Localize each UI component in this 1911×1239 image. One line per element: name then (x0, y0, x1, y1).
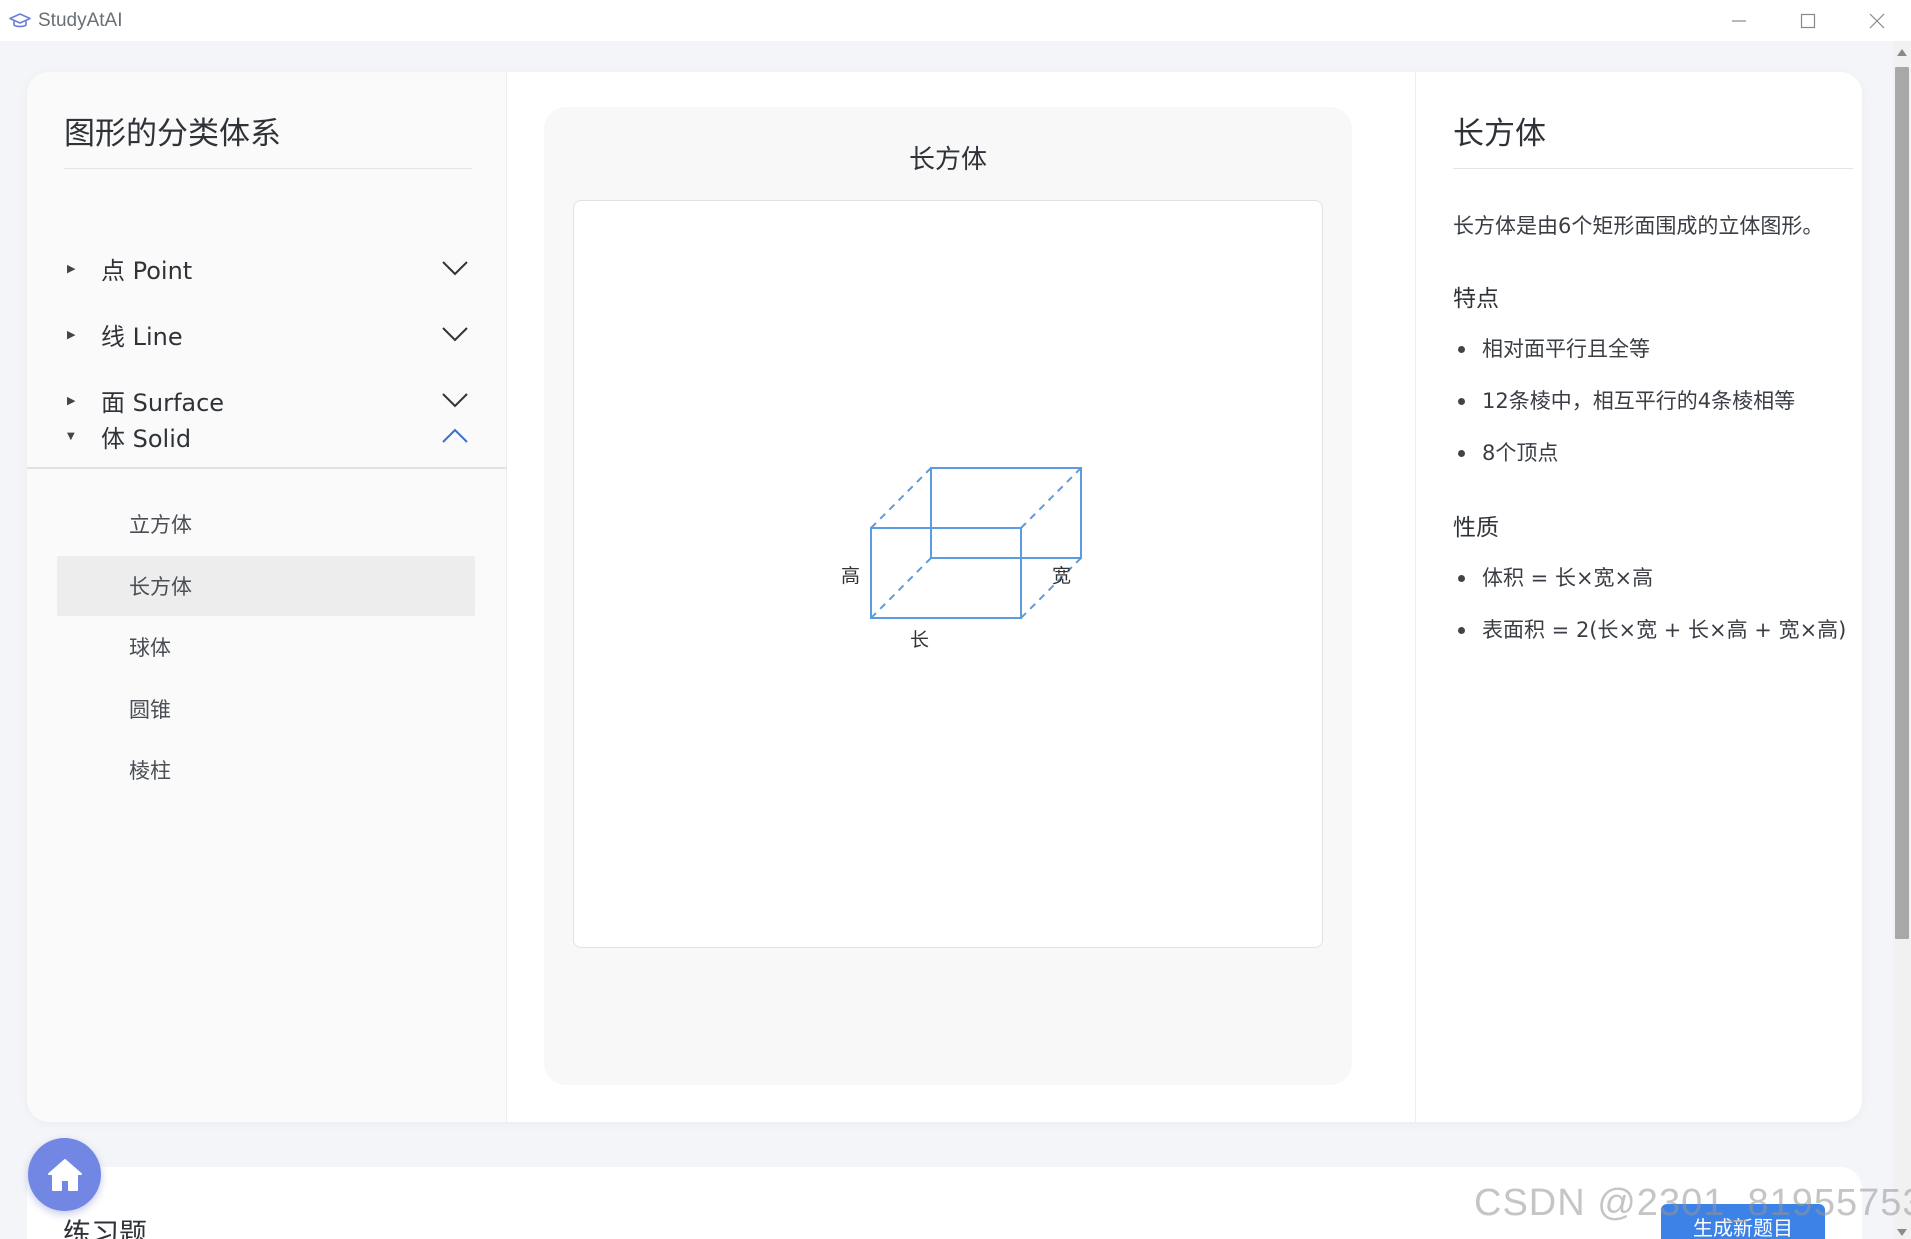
properties-heading: 性质 (1453, 515, 1499, 541)
length-label: 长 (910, 629, 929, 651)
solid-item-cuboid[interactable]: 长方体 (57, 556, 475, 616)
main-card: 图形的分类体系 ▶ 点 Point ▶ 线 Line ▶ 面 Surface ▼… (27, 72, 1862, 1122)
scroll-up-arrow-icon[interactable] (1897, 49, 1907, 56)
category-label: 体 Solid (101, 424, 192, 453)
chevron-down-icon (442, 327, 468, 342)
shape-canvas[interactable]: 高 宽 长 (573, 200, 1323, 948)
details-title: 长方体 (1453, 116, 1546, 152)
classification-sidebar: 图形的分类体系 ▶ 点 Point ▶ 线 Line ▶ 面 Surface ▼… (27, 72, 507, 1122)
chevron-down-icon (442, 261, 468, 276)
category-point[interactable]: ▶ 点 Point (27, 238, 507, 298)
divider (64, 168, 472, 169)
shape-viewer-panel: 长方体 高 宽 长 (508, 72, 1415, 1122)
window-title: StudyAtAI (38, 9, 123, 31)
height-label: 高 (841, 565, 860, 587)
viewer-title: 长方体 (908, 145, 987, 175)
cuboid-back-face (930, 467, 1082, 559)
solid-item-label: 立方体 (129, 513, 192, 537)
graduation-cap-icon (9, 9, 33, 33)
home-icon (47, 1158, 82, 1191)
cuboid-front-face (870, 527, 1022, 619)
minimize-icon (1731, 19, 1746, 22)
caret-right-icon: ▶ (67, 393, 76, 407)
category-label: 线 Line (101, 322, 183, 351)
cuboid-edge (870, 467, 932, 529)
category-line[interactable]: ▶ 线 Line (27, 304, 507, 364)
practice-title: 练习题 (63, 1217, 148, 1239)
watermark: CSDN @2301_81955753 (1474, 1182, 1911, 1224)
solid-item-label: 圆锥 (129, 698, 171, 722)
feature-item: 12条棱中，相互平行的4条棱相等 (1458, 381, 1852, 422)
caret-right-icon: ▶ (67, 327, 76, 341)
sidebar-title: 图形的分类体系 (64, 116, 281, 152)
category-solid[interactable]: ▼ 体 Solid (27, 406, 507, 466)
maximize-icon (1800, 13, 1815, 28)
width-label: 宽 (1052, 565, 1071, 587)
maximize-button[interactable] (1773, 0, 1842, 41)
close-button[interactable] (1842, 0, 1911, 41)
title-bar: StudyAtAI (0, 0, 1911, 41)
cuboid-edge (870, 557, 932, 619)
property-item: 体积 = 长×宽×高 (1458, 558, 1852, 599)
vertical-scrollbar[interactable] (1893, 41, 1911, 1239)
solid-item-label: 长方体 (129, 575, 192, 599)
solid-item-label: 球体 (129, 636, 171, 660)
cuboid-diagram: 高 宽 长 (841, 467, 1082, 651)
solid-item-prism[interactable]: 棱柱 (57, 740, 475, 800)
divider (27, 467, 507, 469)
cuboid-edge (1020, 557, 1082, 619)
scroll-thumb[interactable] (1895, 67, 1909, 939)
caret-down-icon: ▼ (67, 430, 75, 442)
solid-item-cone[interactable]: 圆锥 (57, 679, 475, 739)
divider (1453, 168, 1853, 169)
minimize-button[interactable] (1704, 0, 1773, 41)
feature-item: 8个顶点 (1458, 433, 1852, 474)
scroll-down-arrow-icon[interactable] (1897, 1229, 1907, 1236)
solid-item-label: 棱柱 (129, 759, 171, 783)
feature-item: 相对面平行且全等 (1458, 329, 1852, 370)
chevron-up-icon (442, 428, 468, 443)
details-panel: 长方体 长方体是由6个矩形面围成的立体图形。 特点 相对面平行且全等 12条棱中… (1415, 72, 1862, 1122)
close-icon (1869, 13, 1884, 28)
features-heading: 特点 (1453, 286, 1499, 312)
solid-item-cube[interactable]: 立方体 (57, 494, 475, 554)
home-button[interactable] (28, 1138, 101, 1211)
shape-viewer: 长方体 高 宽 长 (544, 107, 1352, 1085)
caret-right-icon: ▶ (67, 261, 76, 275)
cuboid-edge (1020, 467, 1082, 529)
property-item: 表面积 = 2(长×宽 + 长×高 + 宽×高) (1458, 610, 1852, 651)
category-label: 点 Point (101, 256, 193, 285)
solid-item-sphere[interactable]: 球体 (57, 617, 475, 677)
details-description: 长方体是由6个矩形面围成的立体图形。 (1453, 214, 1824, 238)
